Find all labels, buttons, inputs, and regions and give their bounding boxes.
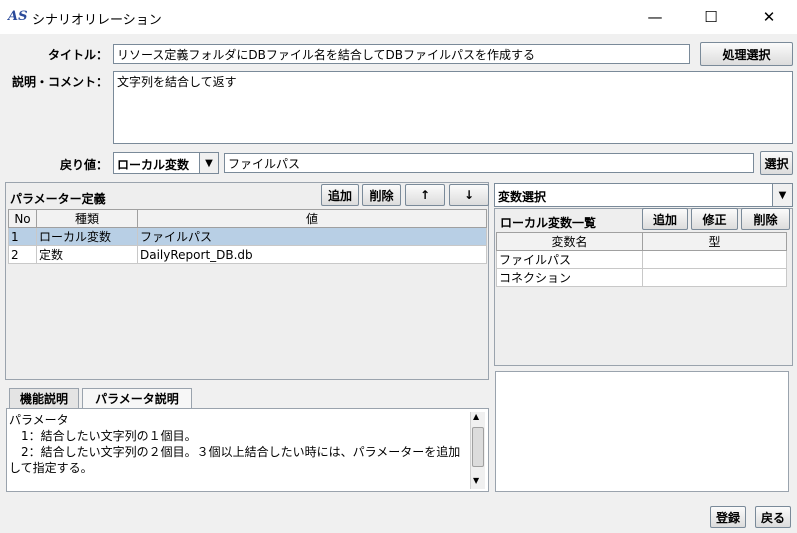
table-header: No 種類 値 [8, 209, 487, 228]
param-value: DailyReport_DB.db [137, 245, 487, 264]
column-header[interactable]: 型 [642, 232, 787, 251]
column-header[interactable]: 変数名 [496, 232, 643, 251]
column-header[interactable]: 値 [137, 209, 487, 228]
arrow-up-icon: ↑ [419, 188, 431, 202]
var-edit-button[interactable]: 修正 [691, 208, 738, 230]
comment-label: 説明・コメント： [11, 75, 108, 89]
param-delete-button[interactable]: 削除 [362, 184, 401, 206]
param-no: 1 [8, 227, 37, 246]
variables-table: 変数名 型 ファイルパス コネクション [496, 232, 787, 287]
var-add-button[interactable]: 追加 [642, 208, 688, 230]
variable-select-dropdown[interactable]: 変数選択 [494, 183, 793, 207]
description-line: 2：結合したい文字列の２個目。３個以上結合したい時には、パラメーターを追加 [9, 445, 461, 459]
var-delete-button[interactable]: 削除 [741, 208, 790, 230]
table-row[interactable]: ファイルパス [496, 250, 787, 269]
comment-textarea[interactable]: 文字列を結合して返す [113, 71, 793, 144]
return-label: 戻り値： [59, 158, 108, 172]
close-icon: ✕ [762, 8, 776, 26]
var-name: コネクション [496, 268, 643, 287]
column-header[interactable]: 種類 [36, 209, 138, 228]
chevron-down-icon[interactable]: ▼ [199, 153, 218, 173]
param-add-button[interactable]: 追加 [321, 184, 359, 206]
param-kind: 定数 [36, 245, 138, 264]
param-no: 2 [8, 245, 37, 264]
var-type [642, 268, 787, 287]
maximize-button[interactable]: ☐ [688, 0, 734, 34]
minimize-icon: — [647, 8, 663, 26]
description-text: パラメータ 1：結合したい文字列の１個目。 2：結合したい文字列の２個目。３個以… [9, 412, 469, 476]
column-header[interactable]: No [8, 209, 37, 228]
app-logo-icon: AS [8, 9, 28, 24]
description-scrollbar[interactable]: ▲ ▼ [470, 412, 485, 489]
var-name: ファイルパス [496, 250, 643, 269]
process-select-button[interactable]: 処理選択 [700, 42, 793, 66]
var-type [642, 250, 787, 269]
parameter-table-area: No 種類 値 1 ローカル変数 ファイルパス 2 定数 DailyReport… [8, 209, 487, 379]
description-line: して指定する。 [9, 461, 93, 475]
window-title: シナリオリレーション [32, 13, 162, 28]
maximize-icon: ☐ [704, 8, 718, 26]
table-row[interactable]: コネクション [496, 268, 787, 287]
select-button[interactable]: 選択 [760, 151, 793, 175]
parameter-panel-title: パラメーター定義 [10, 192, 106, 206]
param-kind: ローカル変数 [36, 227, 138, 246]
chevron-down-icon[interactable]: ▼ [772, 184, 792, 206]
scroll-down-icon[interactable]: ▼ [473, 476, 479, 485]
param-value: ファイルパス [137, 227, 487, 246]
return-type-value: ローカル変数 [117, 158, 190, 172]
tab-function-description[interactable]: 機能説明 [9, 388, 79, 408]
variable-detail-area [495, 371, 789, 492]
parameter-table: No 種類 値 1 ローカル変数 ファイルパス 2 定数 DailyReport… [8, 209, 487, 264]
move-down-button[interactable]: ↓ [449, 184, 489, 206]
minimize-button[interactable]: — [632, 0, 678, 34]
variables-table-area: 変数名 型 ファイルパス コネクション [496, 232, 787, 364]
close-button[interactable]: ✕ [746, 0, 792, 34]
return-value-input[interactable]: ファイルパス [224, 153, 754, 173]
description-line: 1：結合したい文字列の１個目。 [9, 429, 197, 443]
arrow-down-icon: ↓ [463, 188, 475, 202]
table-header: 変数名 型 [496, 232, 787, 251]
back-button[interactable]: 戻る [755, 506, 791, 528]
title-input[interactable]: リソース定義フォルダにDBファイル名を結合してDBファイルパスを作成する [113, 44, 690, 64]
description-line: パラメータ [9, 413, 69, 427]
scroll-thumb[interactable] [472, 427, 484, 467]
scroll-up-icon[interactable]: ▲ [473, 412, 479, 421]
variable-select-label: 変数選択 [498, 190, 547, 204]
title-label: タイトル： [47, 48, 108, 62]
move-up-button[interactable]: ↑ [405, 184, 445, 206]
local-variables-title: ローカル変数一覧 [500, 216, 597, 230]
tab-parameter-description[interactable]: パラメータ説明 [82, 388, 192, 408]
table-row[interactable]: 2 定数 DailyReport_DB.db [8, 245, 487, 264]
table-row[interactable]: 1 ローカル変数 ファイルパス [8, 227, 487, 246]
register-button[interactable]: 登録 [710, 506, 746, 528]
